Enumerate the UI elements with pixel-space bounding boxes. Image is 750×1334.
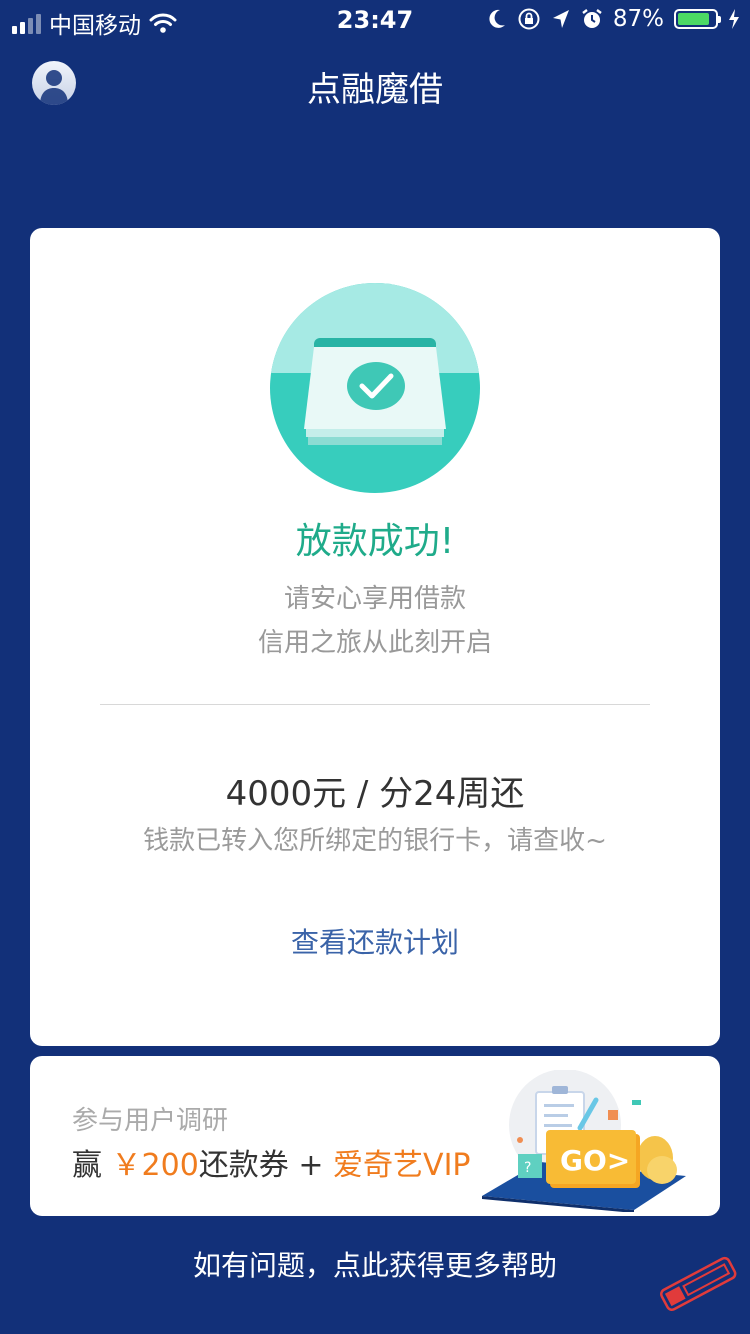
location-arrow-icon — [552, 10, 569, 28]
alarm-icon — [582, 9, 602, 28]
success-subtitle-1: 请安心享用借款 — [283, 584, 466, 614]
loan-summary: 4000元 / 分24周还 — [225, 774, 525, 814]
receipt-check-icon — [270, 283, 480, 493]
charging-bolt-icon — [729, 9, 739, 29]
svg-text:?: ? — [524, 1160, 531, 1176]
rotation-lock-icon — [518, 8, 540, 30]
battery-icon — [674, 9, 721, 29]
reward-prefix: 赢 — [72, 1148, 102, 1183]
success-subtitle-2: 信用之旅从此刻开启 — [257, 628, 492, 658]
reward-mid: 还款券 — [198, 1148, 289, 1183]
help-link[interactable]: 如有问题，点此获得更多帮助 — [0, 1244, 750, 1284]
reward-vip: 爱奇艺VIP — [333, 1148, 471, 1183]
survey-title: 参与用户调研 — [72, 1106, 229, 1136]
battery-percent: 87% — [612, 6, 664, 32]
transfer-note: 钱款已转入您所绑定的银行卡，请查收~ — [143, 826, 607, 856]
reward-plus: + — [298, 1148, 324, 1183]
go-label: GO> — [560, 1144, 630, 1177]
success-title: 放款成功! — [295, 521, 455, 562]
survey-reward: 赢 ￥200还款券 + 爱奇艺VIP — [72, 1140, 471, 1184]
status-bar: 中国移动 23:47 87% — [0, 0, 750, 40]
view-repayment-plan-link[interactable]: 查看还款计划 — [30, 921, 720, 961]
battery-fill — [678, 13, 709, 25]
page-title: 点融魔借 — [307, 70, 443, 110]
loan-result-card: 放款成功! 请安心享用借款 信用之旅从此刻开启 4000元 / 分24周还 钱款… — [30, 228, 720, 1046]
user-survey-banner[interactable]: 参与用户调研 赢 ￥200还款券 + 爱奇艺VIP ? GO> — [30, 1056, 720, 1216]
status-right: 87% — [487, 6, 740, 32]
survey-illustration: ? GO> — [482, 1070, 686, 1212]
divider — [100, 704, 650, 705]
site-watermark-logo — [660, 1256, 737, 1311]
moon-icon — [489, 9, 505, 28]
reward-amount: ￥200 — [111, 1148, 199, 1183]
